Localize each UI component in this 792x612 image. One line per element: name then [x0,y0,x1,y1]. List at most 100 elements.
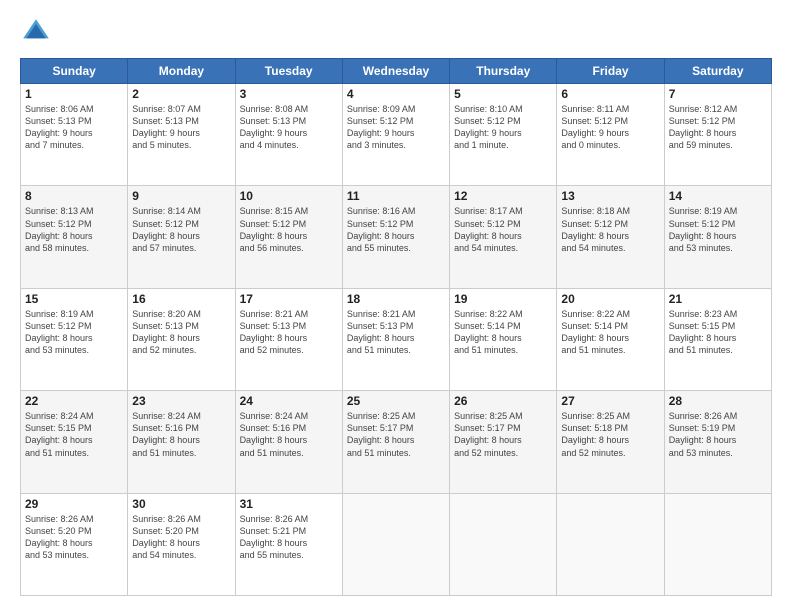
calendar-week-row: 22 Sunrise: 8:24 AM Sunset: 5:15 PM Dayli… [21,391,772,493]
day-detail: Sunrise: 8:12 AM Sunset: 5:12 PM Dayligh… [669,103,767,152]
day-number: 1 [25,87,123,101]
calendar-cell: 15Sunrise: 8:19 AM Sunset: 5:12 PM Dayli… [21,288,128,390]
day-number: 10 [240,189,338,203]
day-number: 17 [240,292,338,306]
day-detail: Sunrise: 8:19 AM Sunset: 5:12 PM Dayligh… [669,205,767,254]
day-detail: Sunrise: 8:25 AM Sunset: 5:17 PM Dayligh… [454,410,552,459]
day-number: 9 [132,189,230,203]
calendar-cell: 2Sunrise: 8:07 AM Sunset: 5:13 PM Daylig… [128,84,235,186]
day-number: 12 [454,189,552,203]
day-detail: Sunrise: 8:06 AM Sunset: 5:13 PM Dayligh… [25,103,123,152]
day-number: 23 [132,394,230,408]
day-number: 4 [347,87,445,101]
calendar-week-row: 8 Sunrise: 8:13 AM Sunset: 5:12 PM Daylig… [21,186,772,288]
calendar-week-row: 29 Sunrise: 8:26 AM Sunset: 5:20 PM Dayli… [21,493,772,595]
day-number: 8 [25,189,123,203]
calendar-cell: 14Sunrise: 8:19 AM Sunset: 5:12 PM Dayli… [664,186,771,288]
day-number: 24 [240,394,338,408]
day-number: 21 [669,292,767,306]
day-detail: Sunrise: 8:09 AM Sunset: 5:12 PM Dayligh… [347,103,445,152]
day-detail: Sunrise: 8:24 AM Sunset: 5:16 PM Dayligh… [132,410,230,459]
day-detail: Sunrise: 8:17 AM Sunset: 5:12 PM Dayligh… [454,205,552,254]
calendar-cell: 25Sunrise: 8:25 AM Sunset: 5:17 PM Dayli… [342,391,449,493]
calendar-cell: 24 Sunrise: 8:24 AM Sunset: 5:16 PM Dayli… [235,391,342,493]
calendar-cell: 26 Sunrise: 8:25 AM Sunset: 5:17 PM Dayli… [450,391,557,493]
day-number: 29 [25,497,123,511]
day-number: 30 [132,497,230,511]
calendar-cell: 17 Sunrise: 8:21 AM Sunset: 5:13 PM Dayli… [235,288,342,390]
day-number: 11 [347,189,445,203]
calendar-cell [342,493,449,595]
day-number: 5 [454,87,552,101]
day-number: 13 [561,189,659,203]
day-header-wednesday: Wednesday [342,59,449,84]
day-number: 25 [347,394,445,408]
calendar-cell: 6 Sunrise: 8:11 AM Sunset: 5:12 PM Daylig… [557,84,664,186]
calendar-cell: 21Sunrise: 8:23 AM Sunset: 5:15 PM Dayli… [664,288,771,390]
day-detail: Sunrise: 8:26 AM Sunset: 5:20 PM Dayligh… [132,513,230,562]
calendar-table: SundayMondayTuesdayWednesdayThursdayFrid… [20,58,772,596]
calendar-cell: 28 Sunrise: 8:26 AM Sunset: 5:19 PM Dayli… [664,391,771,493]
calendar-cell [450,493,557,595]
calendar-cell: 16Sunrise: 8:20 AM Sunset: 5:13 PM Dayli… [128,288,235,390]
day-number: 7 [669,87,767,101]
day-number: 22 [25,394,123,408]
day-detail: Sunrise: 8:14 AM Sunset: 5:12 PM Dayligh… [132,205,230,254]
day-detail: Sunrise: 8:22 AM Sunset: 5:14 PM Dayligh… [454,308,552,357]
calendar-header-row: SundayMondayTuesdayWednesdayThursdayFrid… [21,59,772,84]
day-detail: Sunrise: 8:20 AM Sunset: 5:13 PM Dayligh… [132,308,230,357]
day-detail: Sunrise: 8:21 AM Sunset: 5:13 PM Dayligh… [240,308,338,357]
calendar-cell [664,493,771,595]
calendar-cell: 30 Sunrise: 8:26 AM Sunset: 5:20 PM Dayli… [128,493,235,595]
day-number: 6 [561,87,659,101]
day-detail: Sunrise: 8:18 AM Sunset: 5:12 PM Dayligh… [561,205,659,254]
header [20,16,772,48]
calendar-week-row: 15Sunrise: 8:19 AM Sunset: 5:12 PM Dayli… [21,288,772,390]
day-number: 28 [669,394,767,408]
calendar-cell: 29 Sunrise: 8:26 AM Sunset: 5:20 PM Dayli… [21,493,128,595]
day-detail: Sunrise: 8:25 AM Sunset: 5:18 PM Dayligh… [561,410,659,459]
calendar-cell: 5Sunrise: 8:10 AM Sunset: 5:12 PM Daylig… [450,84,557,186]
day-detail: Sunrise: 8:21 AM Sunset: 5:13 PM Dayligh… [347,308,445,357]
day-header-tuesday: Tuesday [235,59,342,84]
logo [20,16,56,48]
calendar-week-row: 1 Sunrise: 8:06 AM Sunset: 5:13 PM Daylig… [21,84,772,186]
day-detail: Sunrise: 8:26 AM Sunset: 5:20 PM Dayligh… [25,513,123,562]
day-header-friday: Friday [557,59,664,84]
day-number: 19 [454,292,552,306]
calendar-cell: 27 Sunrise: 8:25 AM Sunset: 5:18 PM Dayli… [557,391,664,493]
calendar-cell: 31Sunrise: 8:26 AM Sunset: 5:21 PM Dayli… [235,493,342,595]
calendar-cell: 20Sunrise: 8:22 AM Sunset: 5:14 PM Dayli… [557,288,664,390]
page: SundayMondayTuesdayWednesdayThursdayFrid… [0,0,792,612]
day-detail: Sunrise: 8:13 AM Sunset: 5:12 PM Dayligh… [25,205,123,254]
day-number: 31 [240,497,338,511]
calendar-cell: 8 Sunrise: 8:13 AM Sunset: 5:12 PM Daylig… [21,186,128,288]
day-detail: Sunrise: 8:24 AM Sunset: 5:15 PM Dayligh… [25,410,123,459]
day-detail: Sunrise: 8:15 AM Sunset: 5:12 PM Dayligh… [240,205,338,254]
day-number: 18 [347,292,445,306]
calendar-cell: 18 Sunrise: 8:21 AM Sunset: 5:13 PM Dayli… [342,288,449,390]
day-number: 27 [561,394,659,408]
day-header-monday: Monday [128,59,235,84]
logo-icon [20,16,52,48]
calendar-cell: 11Sunrise: 8:16 AM Sunset: 5:12 PM Dayli… [342,186,449,288]
day-header-saturday: Saturday [664,59,771,84]
calendar-cell: 1 Sunrise: 8:06 AM Sunset: 5:13 PM Daylig… [21,84,128,186]
calendar-cell: 19 Sunrise: 8:22 AM Sunset: 5:14 PM Dayli… [450,288,557,390]
day-detail: Sunrise: 8:22 AM Sunset: 5:14 PM Dayligh… [561,308,659,357]
day-detail: Sunrise: 8:08 AM Sunset: 5:13 PM Dayligh… [240,103,338,152]
day-detail: Sunrise: 8:07 AM Sunset: 5:13 PM Dayligh… [132,103,230,152]
day-header-thursday: Thursday [450,59,557,84]
calendar-cell: 12 Sunrise: 8:17 AM Sunset: 5:12 PM Dayli… [450,186,557,288]
calendar-cell: 22 Sunrise: 8:24 AM Sunset: 5:15 PM Dayli… [21,391,128,493]
day-detail: Sunrise: 8:11 AM Sunset: 5:12 PM Dayligh… [561,103,659,152]
calendar-cell: 23 Sunrise: 8:24 AM Sunset: 5:16 PM Dayli… [128,391,235,493]
day-number: 15 [25,292,123,306]
day-detail: Sunrise: 8:24 AM Sunset: 5:16 PM Dayligh… [240,410,338,459]
calendar-cell: 9 Sunrise: 8:14 AM Sunset: 5:12 PM Daylig… [128,186,235,288]
calendar-cell: 13 Sunrise: 8:18 AM Sunset: 5:12 PM Dayli… [557,186,664,288]
day-detail: Sunrise: 8:26 AM Sunset: 5:19 PM Dayligh… [669,410,767,459]
calendar-cell [557,493,664,595]
day-number: 26 [454,394,552,408]
calendar-cell: 7 Sunrise: 8:12 AM Sunset: 5:12 PM Daylig… [664,84,771,186]
